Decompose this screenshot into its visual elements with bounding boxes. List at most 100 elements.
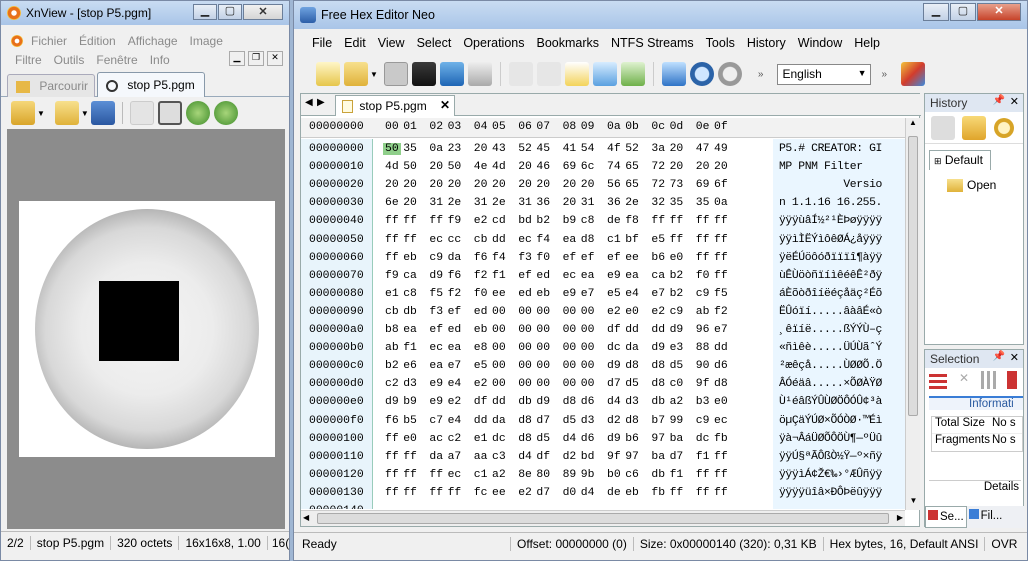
hex-byte[interactable]: 00: [563, 342, 577, 354]
hex-row[interactable]: 00000060 ff eb c9 da f6 f4 f3 f0 ef ef ef ee b6 e0 ff ff…: [301, 250, 905, 268]
hex-byte[interactable]: d8: [518, 433, 532, 445]
save-icon[interactable]: [90, 101, 115, 125]
hex-byte[interactable]: ea: [581, 270, 595, 282]
hex-byte[interactable]: f6: [448, 270, 462, 282]
hex-byte[interactable]: 00: [492, 324, 506, 336]
hex-row[interactable]: 00000020 20 20 20 20 20 20 20 20 20 20 56 65 72 73 69 6f…: [301, 177, 905, 195]
hex-byte[interactable]: f1: [403, 342, 417, 354]
hex-byte[interactable]: df: [607, 324, 621, 336]
hex-byte[interactable]: ff: [670, 215, 684, 227]
panel-tab-file[interactable]: Fil...: [967, 506, 1005, 528]
hex-byte[interactable]: dd: [625, 324, 639, 336]
hex-byte[interactable]: cc: [448, 234, 462, 246]
hex-byte[interactable]: 3a: [651, 143, 665, 155]
hex-byte[interactable]: 65: [625, 179, 639, 191]
hex-byte[interactable]: eb: [625, 487, 639, 499]
hex-byte[interactable]: 47: [696, 143, 710, 155]
row-ascii[interactable]: ÂÓéäâ.....×ÕØÀŸØ: [779, 378, 882, 390]
hex-byte[interactable]: bd: [581, 451, 595, 463]
hex-byte[interactable]: ff: [714, 487, 728, 499]
menu-info[interactable]: Info: [144, 53, 176, 67]
hex-byte[interactable]: ff: [670, 487, 684, 499]
hex-byte[interactable]: e1: [385, 288, 399, 300]
hex-byte[interactable]: db: [651, 396, 665, 408]
menu-bookmarks[interactable]: Bookmarks: [530, 36, 605, 50]
toolbar-overflow-icon[interactable]: »: [758, 69, 764, 80]
hex-byte[interactable]: 72: [651, 179, 665, 191]
hex-byte[interactable]: d9: [607, 360, 621, 372]
hex-byte[interactable]: 65: [625, 161, 639, 173]
hex-byte[interactable]: ff: [385, 487, 399, 499]
hex-byte[interactable]: ff: [696, 487, 710, 499]
hex-byte[interactable]: fc: [474, 487, 488, 499]
hex-byte[interactable]: dd: [474, 415, 488, 427]
hex-byte[interactable]: 00: [518, 378, 532, 390]
delete-icon[interactable]: ✕: [955, 371, 973, 389]
hex-row[interactable]: 00000100 ff e0 ac c2 e1 dc d8 d5 d4 d6 d9 b6 97 ba dc fb…: [301, 431, 905, 449]
hex-byte[interactable]: e0: [714, 396, 728, 408]
hex-byte[interactable]: d8: [714, 378, 728, 390]
hex-byte[interactable]: ff: [385, 252, 399, 264]
hex-byte[interactable]: 50: [383, 143, 401, 155]
hex-byte[interactable]: 9f: [607, 451, 621, 463]
scroll-up-icon[interactable]: ▲: [906, 118, 920, 132]
hex-row[interactable]: 000000a0 b8 ea ef ed eb 00 00 00 00 00 df dd dd d9 96 e7…: [301, 322, 905, 340]
hex-byte[interactable]: 23: [448, 143, 462, 155]
hex-byte[interactable]: 00: [518, 306, 532, 318]
hex-byte[interactable]: ff: [696, 234, 710, 246]
settings-icon[interactable]: [901, 62, 926, 86]
hex-byte[interactable]: dd: [492, 396, 506, 408]
hex-byte[interactable]: 20: [714, 161, 728, 173]
hex-byte[interactable]: ff: [403, 451, 417, 463]
hex-byte[interactable]: d4: [563, 433, 577, 445]
hex-byte[interactable]: ff: [696, 215, 710, 227]
hex-byte[interactable]: ab: [385, 342, 399, 354]
hex-byte[interactable]: 90: [696, 360, 710, 372]
hex-byte[interactable]: ed: [474, 306, 488, 318]
grid-icon[interactable]: [929, 371, 947, 389]
hex-byte[interactable]: f8: [625, 215, 639, 227]
hex-byte[interactable]: e3: [670, 342, 684, 354]
row-ascii[interactable]: «ñìêè.....ÜÚÙãˆÝ: [779, 342, 882, 354]
hex-byte[interactable]: c2: [448, 433, 462, 445]
hex-byte[interactable]: ff: [696, 469, 710, 481]
hex-byte[interactable]: d9: [429, 270, 443, 282]
hex-byte[interactable]: ed: [448, 324, 462, 336]
hex-byte[interactable]: ff: [403, 469, 417, 481]
hex-byte[interactable]: b2: [536, 215, 550, 227]
hex-byte[interactable]: f5: [429, 288, 443, 300]
row-ascii[interactable]: MP PNM Filter: [779, 161, 882, 173]
image-viewport[interactable]: [7, 129, 285, 529]
hex-byte[interactable]: e9: [563, 288, 577, 300]
hex-row[interactable]: 00000050 ff ff ec cc cb dd ec f4 ea d8 c1 bf e5 ff ff ff…: [301, 232, 905, 250]
hex-row[interactable]: 00000010 4d 50 20 50 4e 4d 20 46 69 6c 74 65 72 20 20 20…: [301, 159, 905, 177]
edit-icon[interactable]: [564, 62, 589, 86]
browse-icon[interactable]: [11, 101, 35, 125]
row-ascii[interactable]: ÿÿÿÿüîâ×ÐÔÞëûÿÿÿ: [779, 487, 882, 499]
hex-byte[interactable]: ba: [651, 451, 665, 463]
rotate-right-icon[interactable]: [213, 101, 238, 125]
menu-image[interactable]: Image: [184, 34, 229, 48]
row-ascii[interactable]: ÿëÉÚöôóðïïïî¶àÿÿ: [779, 252, 882, 264]
hex-byte[interactable]: b0: [607, 469, 621, 481]
row-ascii[interactable]: Ù¹éâßÝÛÙØÖÔÓÛ¢³à: [779, 396, 882, 408]
close-button[interactable]: ✕: [243, 4, 283, 20]
hex-byte[interactable]: 20: [536, 179, 550, 191]
hex-byte[interactable]: f9: [385, 270, 399, 282]
hex-byte[interactable]: 35: [696, 197, 710, 209]
hex-byte[interactable]: 00: [492, 360, 506, 372]
hex-byte[interactable]: ee: [492, 288, 506, 300]
hex-byte[interactable]: 35: [670, 197, 684, 209]
hex-byte[interactable]: e9: [429, 396, 443, 408]
close-icon[interactable]: ✕: [1010, 95, 1019, 108]
hex-byte[interactable]: dd: [714, 342, 728, 354]
row-ascii[interactable]: ²æêçå.....ÙØØÕ.Ö: [779, 360, 882, 372]
hex-byte[interactable]: ea: [448, 342, 462, 354]
hex-byte[interactable]: 00: [518, 360, 532, 372]
hex-byte[interactable]: db: [403, 306, 417, 318]
hex-byte[interactable]: ff: [714, 469, 728, 481]
hex-row[interactable]: 00000000 50 35 0a 23 20 43 52 45 41 54 4f 52 3a 20 47 49…: [301, 141, 905, 159]
hex-byte[interactable]: d3: [625, 396, 639, 408]
hex-byte[interactable]: 20: [474, 179, 488, 191]
hex-byte[interactable]: dd: [651, 324, 665, 336]
